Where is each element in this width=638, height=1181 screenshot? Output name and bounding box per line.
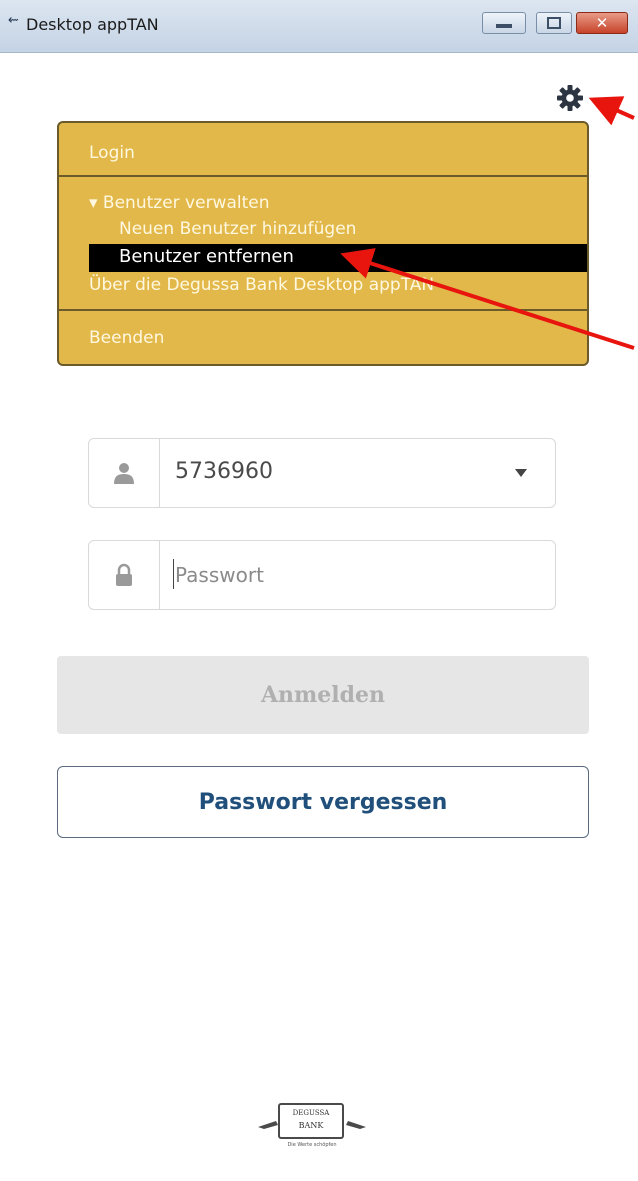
menu-divider bbox=[59, 309, 587, 311]
lock-icon-cell bbox=[89, 541, 160, 609]
degussa-bank-logo: DEGUSSA BANK Die Werte schöpfen bbox=[256, 1097, 368, 1159]
app-icon: ⇜ bbox=[8, 13, 19, 28]
settings-gear-icon[interactable] bbox=[556, 84, 584, 112]
window-title: Desktop appTAN bbox=[26, 15, 159, 34]
chevron-down-icon[interactable] bbox=[515, 469, 527, 477]
annotation-arrow-gear bbox=[588, 96, 635, 126]
login-button[interactable]: Anmelden bbox=[57, 656, 589, 734]
logo-box: DEGUSSA BANK bbox=[278, 1103, 344, 1139]
password-field[interactable]: Passwort bbox=[88, 540, 556, 610]
logo-line-2: BANK bbox=[298, 1121, 324, 1130]
close-icon: ✕ bbox=[595, 14, 609, 32]
user-icon bbox=[114, 463, 134, 484]
menu-divider bbox=[59, 175, 587, 177]
close-button[interactable]: ✕ bbox=[576, 12, 628, 34]
maximize-icon bbox=[547, 17, 561, 29]
menu-item-manage-users[interactable]: ▾ Benutzer verwalten bbox=[89, 193, 270, 213]
user-icon-cell bbox=[89, 439, 160, 507]
user-select-value: 5736960 bbox=[175, 459, 273, 484]
maximize-button[interactable] bbox=[536, 12, 572, 34]
minimize-button[interactable] bbox=[482, 12, 526, 34]
password-placeholder: Passwort bbox=[175, 563, 264, 587]
app-window: ⇜ Desktop appTAN ✕ Login ▾ Benutzer verw… bbox=[0, 0, 638, 1181]
logo-tagline: Die Werte schöpfen bbox=[287, 1142, 337, 1148]
settings-menu: Login ▾ Benutzer verwalten Neuen Benutze… bbox=[57, 121, 589, 366]
forgot-password-button[interactable]: Passwort vergessen bbox=[57, 766, 589, 838]
title-bar: ⇜ Desktop appTAN ✕ bbox=[0, 0, 638, 53]
menu-item-login[interactable]: Login bbox=[89, 143, 135, 163]
menu-item-about[interactable]: Über die Degussa Bank Desktop appTAN bbox=[89, 275, 434, 295]
minimize-icon bbox=[496, 24, 512, 28]
user-select[interactable]: 5736960 bbox=[88, 438, 556, 508]
menu-item-remove-user-label: Benutzer entfernen bbox=[119, 246, 294, 267]
text-caret bbox=[173, 559, 174, 589]
menu-item-add-user[interactable]: Neuen Benutzer hinzufügen bbox=[119, 219, 356, 239]
menu-item-exit[interactable]: Beenden bbox=[89, 328, 164, 348]
menu-item-remove-user[interactable]: Benutzer entfernen bbox=[89, 244, 587, 272]
lock-icon bbox=[116, 563, 132, 586]
logo-line-1: DEGUSSA bbox=[292, 1109, 330, 1117]
